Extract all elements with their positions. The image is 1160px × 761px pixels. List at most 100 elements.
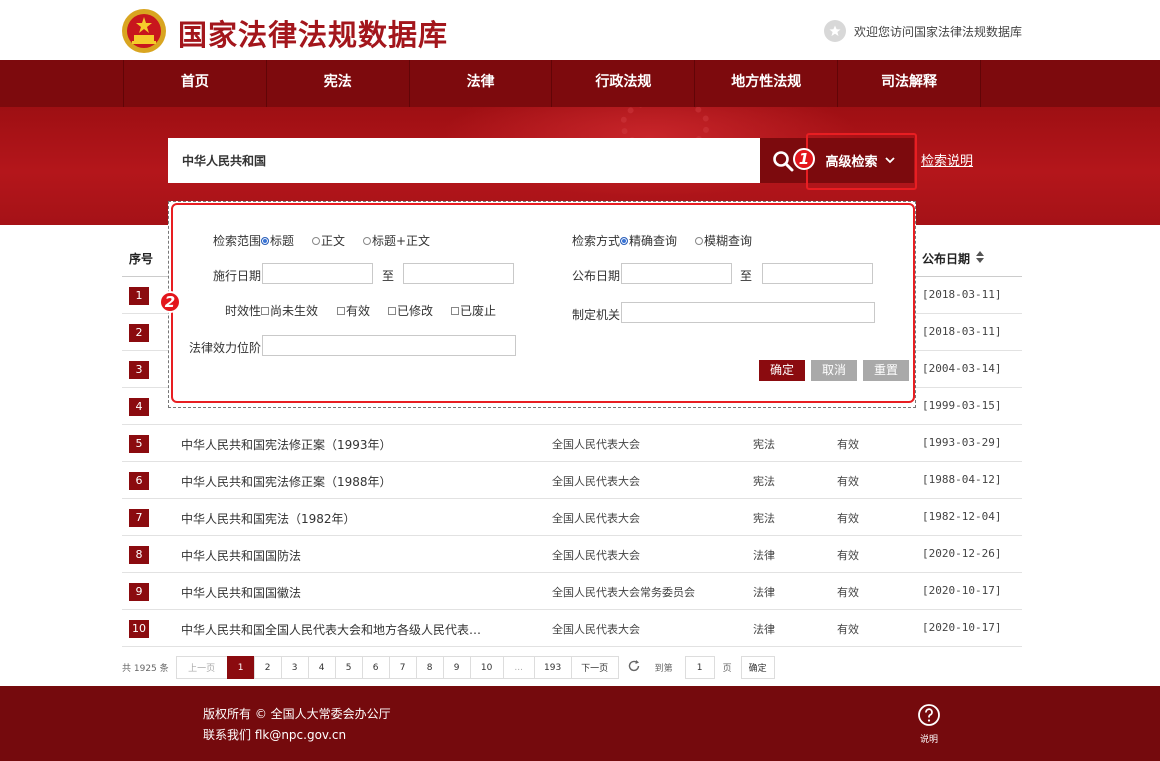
validity-option-repealed[interactable]: 已废止 — [451, 302, 496, 319]
method-option-fuzzy[interactable]: 模糊查询 — [695, 232, 752, 249]
exec-date-end-input[interactable] — [403, 263, 514, 284]
table-row[interactable]: 10 中华人民共和国全国人民代表大会和地方各级人民代表… 全国人民代表大会 法律… — [122, 610, 1022, 647]
scope-option-title-label: 标题 — [270, 234, 295, 248]
exec-date-start-input[interactable] — [262, 263, 373, 284]
national-emblem-logo — [121, 8, 167, 54]
row-title-link[interactable]: 中华人民共和国宪法修正案（1993年） — [181, 436, 392, 453]
row-date: [2020-10-17] — [922, 584, 1002, 597]
page-button-8[interactable]: 8 — [415, 656, 444, 679]
next-page-button[interactable]: 下一页 — [570, 656, 619, 679]
validity-option-amended[interactable]: 已修改 — [388, 302, 433, 319]
nav-local-regulations[interactable]: 地方性法规 — [695, 60, 839, 107]
validity-label: 时效性 — [225, 304, 262, 318]
table-row[interactable]: 8 中华人民共和国国防法 全国人民代表大会 法律 有效 [2020-12-26] — [122, 536, 1022, 573]
cancel-button[interactable]: 取消 — [811, 360, 857, 381]
row-number: 7 — [129, 509, 149, 527]
scope-option-title-body[interactable]: 标题+正文 — [363, 232, 430, 249]
row-number: 5 — [129, 435, 149, 453]
page-button-5[interactable]: 5 — [334, 656, 363, 679]
search-input[interactable]: 中华人民共和国 — [168, 138, 760, 183]
page-button-last[interactable]: 193 — [533, 656, 572, 679]
row-title-link[interactable]: 中华人民共和国全国人民代表大会和地方各级人民代表… — [181, 621, 481, 638]
row-number: 2 — [129, 324, 149, 342]
help-icon — [917, 704, 941, 730]
row-type: 宪法 — [753, 512, 775, 525]
pub-date-end-input[interactable] — [762, 263, 873, 284]
legal-level-input[interactable] — [262, 335, 516, 356]
star-icon — [824, 20, 846, 42]
page-button-1[interactable]: 1 — [226, 656, 255, 679]
table-row[interactable]: 7 中华人民共和国宪法（1982年） 全国人民代表大会 宪法 有效 [1982-… — [122, 499, 1022, 536]
row-type: 法律 — [753, 549, 775, 562]
goto-confirm-button[interactable]: 确定 — [740, 656, 775, 679]
validity-option-label: 已废止 — [460, 304, 497, 318]
row-title-link[interactable]: 中华人民共和国国徽法 — [181, 584, 301, 601]
row-status: 有效 — [837, 586, 859, 599]
page-button-4[interactable]: 4 — [307, 656, 336, 679]
confirm-button[interactable]: 确定 — [759, 360, 805, 381]
row-status: 有效 — [837, 549, 859, 562]
row-number: 3 — [129, 361, 149, 379]
search-help-link[interactable]: 检索说明 — [921, 150, 973, 169]
refresh-icon[interactable] — [627, 659, 641, 676]
row-date: [2018-03-11] — [922, 288, 1002, 301]
scope-option-title[interactable]: 标题 — [261, 232, 294, 249]
scope-option-body[interactable]: 正文 — [312, 232, 345, 249]
row-number: 6 — [129, 472, 149, 490]
validity-option-effective[interactable]: 有效 — [337, 302, 370, 319]
page-button-3[interactable]: 3 — [280, 656, 309, 679]
annotation-badge-2: 2 — [159, 291, 181, 313]
column-header-number: 序号 — [129, 252, 154, 266]
reset-button[interactable]: 重置 — [863, 360, 909, 381]
site-footer: 版权所有 © 全国人大常委会办公厅 联系我们 flk@npc.gov.cn 说明 — [0, 686, 1160, 761]
authority-input[interactable] — [621, 302, 875, 323]
row-title-link[interactable]: 中华人民共和国国防法 — [181, 547, 301, 564]
authority-label: 制定机关 — [572, 308, 621, 322]
pub-date-start-input[interactable] — [621, 263, 732, 284]
method-option-fuzzy-label: 模糊查询 — [704, 234, 753, 248]
row-date: [2020-12-26] — [922, 547, 1002, 560]
page-button-7[interactable]: 7 — [388, 656, 417, 679]
row-authority: 全国人民代表大会常务委员会 — [552, 586, 695, 599]
nav-constitution[interactable]: 宪法 — [267, 60, 410, 107]
page-button-9[interactable]: 9 — [442, 656, 471, 679]
checkbox-icon — [337, 307, 345, 315]
column-header-date[interactable]: 公布日期 — [922, 250, 985, 267]
radio-checked-icon — [620, 237, 628, 245]
row-number: 4 — [129, 398, 149, 416]
validity-option-label: 已修改 — [397, 304, 434, 318]
prev-page-button[interactable]: 上一页 — [175, 656, 228, 679]
page-button-10[interactable]: 10 — [469, 656, 504, 679]
nav-home[interactable]: 首页 — [124, 60, 267, 107]
goto-page-input[interactable]: 1 — [684, 656, 715, 679]
table-row[interactable]: 9 中华人民共和国国徽法 全国人民代表大会常务委员会 法律 有效 [2020-1… — [122, 573, 1022, 610]
radio-icon — [695, 237, 703, 245]
nav-judicial-interpretations[interactable]: 司法解释 — [838, 60, 981, 107]
welcome-text: 欢迎您访问国家法律法规数据库 — [854, 24, 1023, 39]
nav-law[interactable]: 法律 — [410, 60, 553, 107]
table-row[interactable]: 6 中华人民共和国宪法修正案（1988年） 全国人民代表大会 宪法 有效 [19… — [122, 462, 1022, 499]
site-header: 国家法律法规数据库 欢迎您访问国家法律法规数据库 — [0, 0, 1160, 60]
row-title-link[interactable]: 中华人民共和国宪法修正案（1988年） — [181, 473, 392, 490]
scope-option-body-label: 正文 — [321, 234, 346, 248]
row-date: [1982-12-04] — [922, 510, 1002, 523]
table-row[interactable]: 5 中华人民共和国宪法修正案（1993年） 全国人民代表大会 宪法 有效 [19… — [122, 425, 1022, 462]
page-button-6[interactable]: 6 — [361, 656, 390, 679]
exec-date-to-label: 至 — [382, 269, 395, 283]
validity-option-not-effective[interactable]: 尚未生效 — [261, 302, 318, 319]
row-date: [2004-03-14] — [922, 362, 1002, 375]
column-header-date-label: 公布日期 — [922, 252, 971, 266]
checkbox-icon — [388, 307, 396, 315]
row-date: [1993-03-29] — [922, 436, 1002, 449]
goto-label: 到第 — [654, 664, 673, 674]
row-title-link[interactable]: 中华人民共和国宪法（1982年） — [181, 510, 356, 527]
row-number: 10 — [129, 620, 149, 638]
method-option-exact[interactable]: 精确查询 — [620, 232, 677, 249]
page-button-2[interactable]: 2 — [253, 656, 282, 679]
advanced-search-highlight — [806, 133, 917, 190]
row-type: 宪法 — [753, 438, 775, 451]
row-type: 宪法 — [753, 475, 775, 488]
method-label: 检索方式 — [572, 234, 621, 248]
nav-administrative-regulations[interactable]: 行政法规 — [552, 60, 696, 107]
footer-help-link[interactable]: 说明 — [916, 703, 942, 745]
